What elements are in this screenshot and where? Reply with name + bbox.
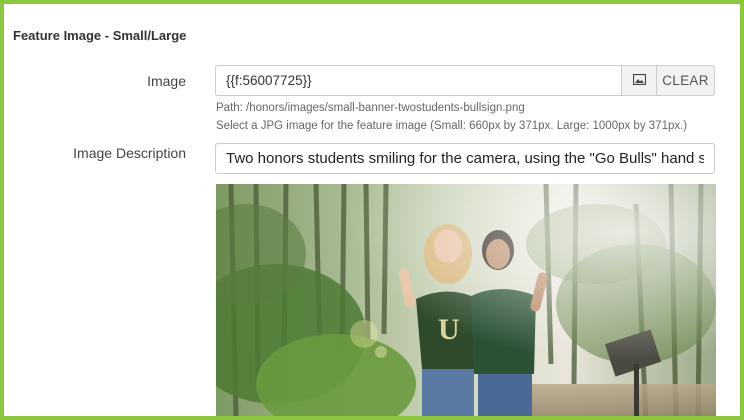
image-help-text: Select a JPG image for the feature image… (216, 120, 688, 132)
image-input[interactable] (215, 65, 621, 96)
image-label: Image (147, 73, 186, 89)
panel-title: Feature Image - Small/Large (13, 28, 187, 43)
image-icon (632, 72, 646, 90)
image-input-group: CLEAR (215, 65, 715, 96)
feature-image-panel: Feature Image - Small/Large Image CLEAR … (0, 0, 744, 420)
image-description-input[interactable] (215, 143, 715, 174)
image-preview: U (216, 184, 716, 416)
image-description-label: Image Description (73, 145, 186, 161)
image-path-text: Path: /honors/images/small-banner-twostu… (216, 102, 525, 114)
image-picker-button[interactable] (621, 65, 657, 96)
clear-button[interactable]: CLEAR (657, 65, 715, 96)
image-preview-photo: U (216, 184, 716, 416)
